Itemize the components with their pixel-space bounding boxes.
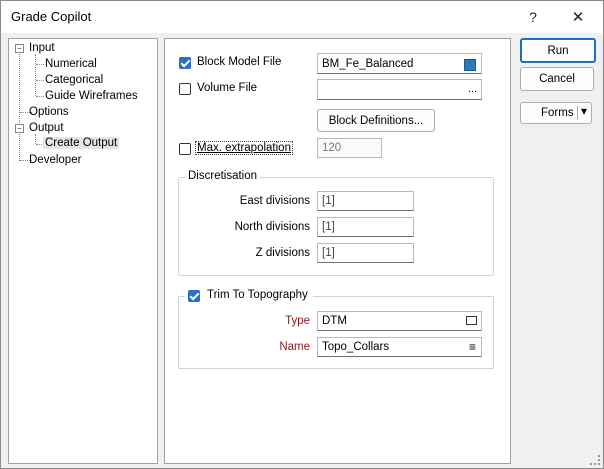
browse-icon[interactable] bbox=[466, 316, 477, 325]
max-extrapolation-label: Max. extrapolation bbox=[195, 141, 293, 155]
block-definitions-label: Block Definitions... bbox=[328, 114, 424, 127]
navigation-tree: − Input Numerical Categorical Guide Wire… bbox=[8, 38, 158, 464]
tree-line bbox=[36, 80, 44, 81]
volume-file-field[interactable]: ... bbox=[317, 79, 482, 100]
block-model-label: Block Model File bbox=[197, 56, 282, 68]
help-icon: ? bbox=[529, 9, 537, 25]
z-divisions-field[interactable]: [1] bbox=[317, 243, 414, 263]
tree-item-output[interactable]: Output bbox=[29, 122, 64, 134]
list-icon[interactable]: ≡ bbox=[469, 340, 476, 354]
tree-line bbox=[19, 131, 20, 161]
forms-label: Forms bbox=[541, 107, 574, 119]
block-model-checkbox[interactable] bbox=[179, 57, 191, 69]
discretisation-legend: Discretisation bbox=[185, 170, 261, 182]
collapse-output-icon[interactable]: − bbox=[15, 124, 24, 133]
tree-line bbox=[19, 51, 20, 131]
volume-file-label: Volume File bbox=[197, 82, 258, 94]
trim-topography-checkbox[interactable] bbox=[188, 290, 200, 302]
max-extrapolation-checkbox[interactable] bbox=[179, 143, 191, 155]
type-value: DTM bbox=[322, 315, 347, 327]
form-panel: Block Model File BM_Fe_Balanced Volume F… bbox=[164, 38, 511, 464]
east-divisions-value: [1] bbox=[322, 195, 335, 207]
tree-line bbox=[36, 64, 44, 65]
name-label: Name bbox=[279, 341, 310, 353]
east-divisions-label: East divisions bbox=[239, 195, 310, 207]
forms-divider bbox=[577, 106, 578, 120]
volume-file-checkbox[interactable] bbox=[179, 83, 191, 95]
name-value: Topo_Collars bbox=[322, 341, 390, 353]
tree-item-input[interactable]: Input bbox=[29, 42, 55, 54]
name-field[interactable]: Topo_Collars ≡ bbox=[317, 337, 482, 357]
north-divisions-value: [1] bbox=[322, 221, 335, 233]
max-extrapolation-field[interactable]: 120 bbox=[317, 138, 382, 158]
trim-topography-label: Trim To Topography bbox=[207, 289, 308, 301]
topography-legend: Trim To Topography bbox=[185, 289, 313, 303]
close-icon: ✕ bbox=[571, 9, 585, 26]
tree-line bbox=[35, 134, 36, 144]
north-divisions-field[interactable]: [1] bbox=[317, 217, 414, 237]
dialog-window: Grade Copilot ? ✕ − Input Numerical Cate… bbox=[0, 0, 604, 469]
collapse-input-icon[interactable]: − bbox=[15, 44, 24, 53]
resize-grip-icon[interactable] bbox=[590, 455, 600, 465]
dropdown-arrow-icon[interactable]: ▾ bbox=[581, 104, 587, 118]
z-divisions-label: Z divisions bbox=[255, 247, 310, 259]
forms-button[interactable]: Forms ▾ bbox=[520, 102, 592, 124]
type-field[interactable]: DTM bbox=[317, 311, 482, 331]
close-button[interactable]: ✕ bbox=[558, 1, 598, 33]
max-extrapolation-text: Max. extrapolation bbox=[197, 142, 291, 154]
tree-item-categorical[interactable]: Categorical bbox=[45, 74, 103, 86]
help-button[interactable]: ? bbox=[513, 1, 553, 33]
z-divisions-value: [1] bbox=[322, 247, 335, 259]
tree-item-create-output[interactable]: Create Output bbox=[43, 137, 120, 149]
run-button[interactable]: Run bbox=[520, 38, 596, 63]
block-definitions-button[interactable]: Block Definitions... bbox=[317, 109, 435, 132]
tree-item-developer[interactable]: Developer bbox=[29, 154, 81, 166]
block-model-field[interactable]: BM_Fe_Balanced bbox=[317, 53, 482, 74]
title-bar: Grade Copilot ? ✕ bbox=[1, 1, 603, 33]
file-browse-icon[interactable] bbox=[464, 59, 476, 71]
tree-line bbox=[36, 96, 44, 97]
topography-group bbox=[178, 296, 494, 369]
ellipsis-icon[interactable]: ... bbox=[468, 83, 477, 95]
tree-item-guide-wireframes[interactable]: Guide Wireframes bbox=[45, 90, 138, 102]
tree-line bbox=[35, 54, 36, 96]
east-divisions-field[interactable]: [1] bbox=[317, 191, 414, 211]
run-label: Run bbox=[547, 44, 569, 57]
tree-item-options[interactable]: Options bbox=[29, 106, 69, 118]
window-title: Grade Copilot bbox=[11, 9, 92, 24]
cancel-label: Cancel bbox=[539, 73, 575, 85]
cancel-button[interactable]: Cancel bbox=[520, 67, 594, 91]
max-extrapolation-value: 120 bbox=[322, 142, 342, 154]
tree-item-numerical[interactable]: Numerical bbox=[45, 58, 97, 70]
north-divisions-label: North divisions bbox=[234, 221, 310, 233]
block-model-value: BM_Fe_Balanced bbox=[322, 57, 414, 70]
type-label: Type bbox=[285, 315, 310, 327]
